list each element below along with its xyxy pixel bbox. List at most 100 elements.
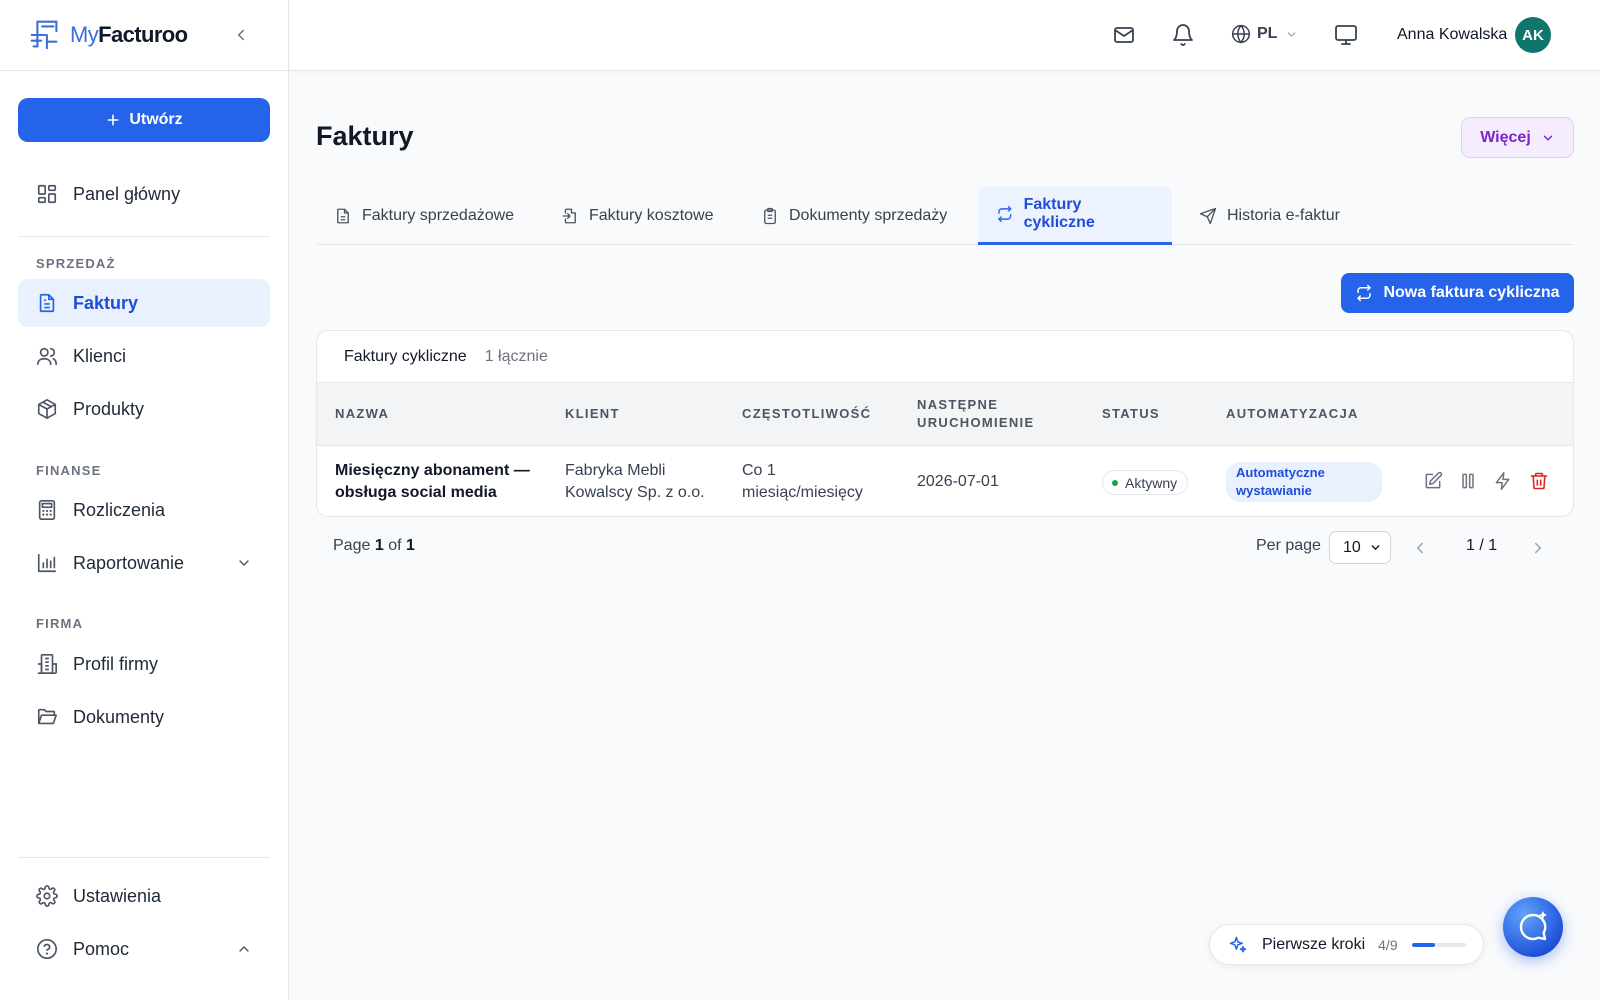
- building-icon: [37, 654, 57, 674]
- automation-badge: Automatyczne wystawianie: [1226, 462, 1382, 502]
- brand: MyFacturoo: [0, 0, 288, 71]
- sidebar-item-reporting[interactable]: Raportowanie: [18, 539, 270, 587]
- sidebar-item-documents[interactable]: Dokumenty: [18, 693, 270, 741]
- page-current: 1: [374, 537, 384, 554]
- column-header-client[interactable]: KLIENT: [565, 405, 620, 423]
- mail-icon[interactable]: [1112, 23, 1136, 47]
- sidebar-item-settings[interactable]: Ustawienia: [18, 872, 270, 920]
- bell-icon[interactable]: [1171, 23, 1195, 47]
- sidebar-item-label: Raportowanie: [73, 552, 185, 573]
- sidebar-item-company-profile[interactable]: Profil firmy: [18, 640, 270, 688]
- table-count: 1 łącznie: [484, 347, 548, 365]
- first-steps-widget[interactable]: Pierwsze kroki 4/9: [1209, 924, 1484, 965]
- pause-icon[interactable]: [1458, 471, 1478, 491]
- avatar[interactable]: AK: [1515, 17, 1551, 53]
- sidebar-item-label: Klienci: [73, 345, 127, 366]
- monitor-icon[interactable]: [1334, 23, 1358, 47]
- status-label: Aktywny: [1125, 474, 1178, 491]
- cell-frequency: Co 1 miesiąc/miesięcy: [742, 460, 863, 504]
- help-circle-icon: [37, 939, 57, 959]
- package-icon: [37, 399, 57, 419]
- column-header-name[interactable]: NAZWA: [335, 405, 389, 423]
- gear-icon: [36, 885, 58, 907]
- sidebar-item-invoices[interactable]: Faktury: [18, 279, 270, 327]
- page-prefix: Page: [333, 537, 371, 554]
- tab-recurring-invoices[interactable]: Faktury cykliczne: [978, 186, 1172, 245]
- column-header-status[interactable]: STATUS: [1102, 405, 1160, 423]
- cell-name-line2: obsługa social media: [335, 484, 497, 501]
- sidebar-item-products[interactable]: Produkty: [18, 385, 270, 433]
- brand-name-my: My: [70, 22, 99, 47]
- cell-name-line1: Miesięczny abonament —: [335, 462, 530, 479]
- cell-next-run: 2026-07-01: [917, 473, 999, 490]
- next-page-icon[interactable]: [1529, 539, 1547, 557]
- trash-icon[interactable]: [1529, 471, 1549, 491]
- tab-cost-invoices[interactable]: Faktury kosztowe: [543, 186, 731, 245]
- chevron-down-icon: [1371, 545, 1380, 551]
- cell-frequency-line2: miesiąc/miesięcy: [742, 484, 863, 501]
- sidebar-item-label: Dokumenty: [73, 706, 165, 727]
- first-steps-label: Pierwsze kroki: [1262, 935, 1366, 953]
- tab-label: Historia e-faktur: [1227, 206, 1340, 224]
- tab-sales-invoices[interactable]: Faktury sprzedażowe: [316, 186, 532, 245]
- page-title: Faktury: [316, 121, 414, 151]
- chevron-down-icon: [1543, 135, 1552, 141]
- collapse-sidebar-icon[interactable]: [232, 26, 250, 44]
- edit-icon[interactable]: [1423, 471, 1443, 491]
- logo-icon: [30, 20, 58, 50]
- chevron-up-icon: [239, 946, 249, 952]
- sidebar-item-dashboard[interactable]: Panel główny: [18, 170, 270, 218]
- first-steps-progress: [1411, 942, 1466, 947]
- first-steps-progress-fill: [1411, 942, 1436, 947]
- cell-frequency-line1: Co 1: [742, 462, 776, 479]
- sidebar-item-clients[interactable]: Klienci: [18, 332, 270, 380]
- globe-icon: [1231, 24, 1251, 44]
- chevron-down-icon: [1288, 31, 1296, 37]
- automation-line1: Automatyczne: [1236, 465, 1325, 480]
- sparkles-icon: [1229, 936, 1247, 952]
- cell-name[interactable]: Miesięczny abonament — obsługa social me…: [335, 460, 530, 504]
- column-header-frequency[interactable]: CZĘSTOTLIWOŚĆ: [742, 405, 871, 423]
- chevron-down-icon: [239, 560, 249, 566]
- column-header-next-run-line2: URUCHOMIENIE: [917, 415, 1035, 430]
- assistant-chat-button[interactable]: [1503, 897, 1563, 957]
- status-badge: Aktywny: [1102, 470, 1189, 495]
- tab-label: Faktury kosztowe: [589, 206, 714, 224]
- tab-label: Dokumenty sprzedaży: [789, 206, 948, 224]
- file-text-icon: [337, 208, 349, 223]
- section-label-sales: SPRZEDAŻ: [36, 256, 116, 271]
- new-button-label: Nowa faktura cykliczna: [1383, 284, 1560, 301]
- status-dot: [1112, 479, 1118, 486]
- sidebar-item-settlements[interactable]: Rozliczenia: [18, 486, 270, 534]
- chat-bubble-icon: [1519, 911, 1547, 941]
- page-of: of: [388, 537, 402, 554]
- page-total: 1: [405, 537, 415, 554]
- table-row[interactable]: Miesięczny abonament — obsługa social me…: [317, 446, 1573, 516]
- tab-sales-documents[interactable]: Dokumenty sprzedaży: [743, 186, 965, 245]
- divider: [18, 857, 270, 858]
- sidebar-item-label: Ustawienia: [73, 885, 162, 906]
- sidebar-item-help[interactable]: Pomoc: [18, 925, 270, 973]
- sidebar-item-label: Produkty: [73, 398, 145, 419]
- previous-page-icon[interactable]: [1411, 539, 1429, 557]
- tab-e-invoice-history[interactable]: Historia e-faktur: [1181, 186, 1358, 245]
- new-recurring-invoice-button[interactable]: Nowa faktura cykliczna: [1341, 273, 1574, 313]
- lightning-icon[interactable]: [1493, 471, 1513, 491]
- table-header-bar: Faktury cykliczne 1 łącznie: [317, 331, 1573, 382]
- first-steps-count: 4/9: [1378, 936, 1398, 953]
- column-header-next-run[interactable]: NASTĘPNE URUCHOMIENIE: [917, 396, 1034, 432]
- per-page-select[interactable]: 10: [1329, 531, 1391, 564]
- dashboard-icon: [37, 184, 57, 204]
- user-name[interactable]: Anna Kowalska: [1397, 26, 1507, 44]
- more-button-label: Więcej: [1480, 128, 1531, 146]
- sidebar-item-label: Rozliczenia: [73, 499, 166, 520]
- language-selector[interactable]: PL: [1231, 24, 1298, 44]
- create-button[interactable]: Utwórz: [18, 98, 270, 142]
- per-page-label: Per page: [1256, 537, 1321, 554]
- pagination-info: Page 1 of 1: [333, 537, 415, 555]
- column-header-automation[interactable]: AUTOMATYZACJA: [1226, 405, 1359, 423]
- more-button[interactable]: Więcej: [1461, 117, 1574, 158]
- file-text-icon: [39, 293, 55, 313]
- create-button-label: Utwórz: [129, 111, 183, 128]
- per-page-value: 10: [1343, 538, 1361, 556]
